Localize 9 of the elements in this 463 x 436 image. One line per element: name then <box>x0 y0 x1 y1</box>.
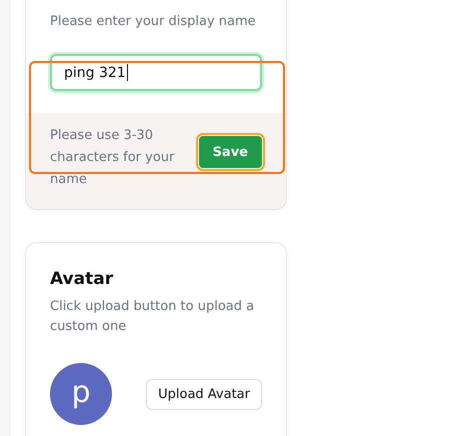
name-input[interactable]: ping 321 <box>50 54 262 91</box>
hint-text: Please use 3-30 characters for your name <box>50 127 176 189</box>
upload-avatar-button[interactable]: Upload Avatar <box>146 378 262 410</box>
section-title: Avatar <box>50 269 114 289</box>
avatar: p <box>50 363 112 425</box>
section-description: Click upload button to upload a custom one <box>50 298 256 336</box>
save-button[interactable]: Save <box>198 136 262 168</box>
text-cursor <box>126 64 128 81</box>
field-description: Please enter your display name <box>50 13 257 31</box>
